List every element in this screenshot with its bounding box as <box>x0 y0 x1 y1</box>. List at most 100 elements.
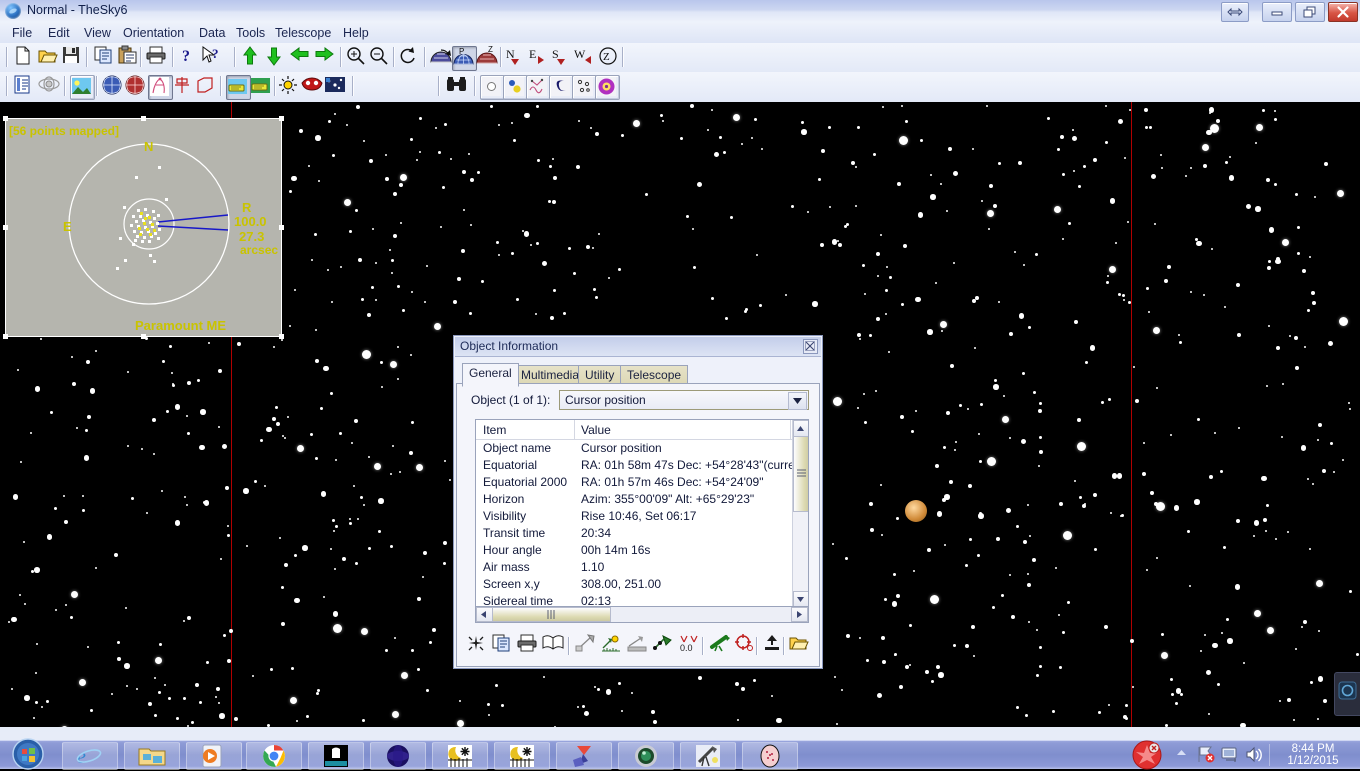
object-selector-combobox[interactable]: Cursor position <box>559 390 809 410</box>
arrow-down-icon[interactable] <box>266 46 289 69</box>
antivirus-icon[interactable] <box>1130 737 1166 771</box>
taskbar-app-sphere[interactable] <box>370 742 426 770</box>
arrow-left-icon[interactable] <box>290 46 313 69</box>
slew-telescope-icon[interactable] <box>709 634 733 658</box>
vertical-scroll-thumb[interactable] <box>793 436 809 512</box>
dialog-title-bar[interactable]: Object Information <box>455 337 821 357</box>
table-row[interactable]: VisibilityRise 10:46, Set 06:17 <box>476 509 790 526</box>
minimize-button[interactable] <box>1262 2 1292 22</box>
dome-chart-icon[interactable]: Z <box>476 46 499 69</box>
scroll-left-icon[interactable] <box>476 607 493 622</box>
show-constellation-lines-icon[interactable] <box>526 75 551 100</box>
resize-handle-nw[interactable] <box>3 116 8 121</box>
help-icon[interactable]: ? <box>180 46 203 69</box>
menu-view[interactable]: View <box>78 25 117 41</box>
taskbar-app-camera[interactable] <box>618 742 674 770</box>
show-clusters-icon[interactable] <box>572 75 597 100</box>
show-stars-icon[interactable] <box>480 75 505 100</box>
menu-tools[interactable]: Tools <box>230 25 271 41</box>
table-row[interactable]: Screen x,y308.00, 251.00 <box>476 577 790 594</box>
rollup-button[interactable] <box>1221 2 1249 22</box>
resize-handle-e[interactable] <box>279 225 284 230</box>
red-globe-icon[interactable] <box>125 75 148 98</box>
scroll-right-icon[interactable] <box>791 607 808 622</box>
table-row[interactable]: Object nameCursor position <box>476 441 790 458</box>
context-help-icon[interactable]: ? <box>201 46 224 69</box>
resize-handle-sw[interactable] <box>3 334 8 339</box>
open-folder-icon[interactable] <box>789 634 813 658</box>
resize-handle-s[interactable] <box>141 334 146 339</box>
find-binoculars-icon[interactable] <box>446 75 469 98</box>
show-nebulae-icon[interactable] <box>595 75 620 100</box>
resize-handle-w[interactable] <box>3 225 8 230</box>
taskbar-app-telescope[interactable] <box>680 742 736 770</box>
zoom-in-icon[interactable] <box>346 46 369 69</box>
grid-sphere-icon[interactable] <box>102 75 125 98</box>
menu-telescope[interactable]: Telescope <box>269 25 337 41</box>
taskbar-file-explorer[interactable] <box>124 742 180 770</box>
scroll-down-icon[interactable] <box>793 591 809 607</box>
look-south-icon[interactable]: S <box>551 46 574 69</box>
table-row[interactable]: Air mass1.10 <box>476 560 790 577</box>
track-icon[interactable] <box>652 634 676 658</box>
taskbar-app-night-2[interactable] <box>494 742 550 770</box>
magnitude-icon[interactable]: 0.0 <box>678 634 702 658</box>
labels-off-icon[interactable] <box>250 75 273 98</box>
clock[interactable]: 8:44 PM 1/12/2015 <box>1280 743 1346 767</box>
target-icon[interactable] <box>734 634 758 658</box>
taskbar-app-usb[interactable] <box>308 742 364 770</box>
look-north-icon[interactable]: N <box>505 46 528 69</box>
table-row[interactable]: Equatorial 2000RA: 01h 57m 46s Dec: +54°… <box>476 475 790 492</box>
ecliptic-icon[interactable] <box>172 75 195 98</box>
speaker-icon[interactable] <box>1246 746 1264 763</box>
labels-on-icon[interactable] <box>226 75 251 100</box>
table-row[interactable]: HorizonAzim: 355°00'09" Alt: +65°29'23" <box>476 492 790 509</box>
sky-image-icon[interactable] <box>70 75 95 100</box>
action-center-icon[interactable] <box>1221 746 1239 763</box>
desktop-gadget-tab[interactable] <box>1334 672 1360 716</box>
horizontal-scroll-thumb[interactable] <box>492 607 611 622</box>
planet-marker[interactable] <box>905 500 927 522</box>
daylight-icon[interactable] <box>278 75 301 98</box>
photo-icon[interactable] <box>324 75 347 98</box>
planetarium-view-icon[interactable]: P <box>452 46 477 71</box>
table-vertical-scrollbar[interactable] <box>792 420 808 606</box>
new-icon[interactable] <box>14 46 37 69</box>
taskbar-app-paint[interactable] <box>556 742 612 770</box>
resize-handle-ne[interactable] <box>279 116 284 121</box>
look-zenith-icon[interactable]: Z <box>598 46 621 69</box>
resize-handle-n[interactable] <box>141 116 146 121</box>
boundaries-icon[interactable] <box>195 75 218 98</box>
copy-icon[interactable] <box>94 46 117 69</box>
rotate-icon[interactable] <box>399 46 422 69</box>
rise-set-icon[interactable] <box>601 634 625 658</box>
object-properties-table[interactable]: Item Value Object nameCursor positionEqu… <box>475 419 809 607</box>
reference-book-icon[interactable] <box>542 634 566 658</box>
open-icon[interactable] <box>38 46 61 69</box>
look-west-icon[interactable]: W <box>574 46 597 69</box>
table-row[interactable]: Hour angle00h 14m 16s <box>476 543 790 560</box>
chevron-up-icon[interactable] <box>1176 749 1187 756</box>
table-row[interactable]: Transit time20:34 <box>476 526 790 543</box>
table-row[interactable]: EquatorialRA: 01h 58m 47s Dec: +54°28'43… <box>476 458 790 475</box>
menu-orientation[interactable]: Orientation <box>117 25 190 41</box>
print-icon[interactable] <box>517 634 541 658</box>
document-list-icon[interactable] <box>14 75 37 98</box>
show-galaxies-icon[interactable] <box>549 75 574 100</box>
taskbar-app-pink[interactable] <box>742 742 798 770</box>
save-icon[interactable] <box>62 46 85 69</box>
chevron-down-icon[interactable] <box>788 392 807 410</box>
tab-general[interactable]: General <box>462 363 519 387</box>
table-horizontal-scrollbar[interactable] <box>475 606 809 623</box>
orbit-icon[interactable] <box>38 75 61 98</box>
arrow-right-icon[interactable] <box>314 46 337 69</box>
menu-edit[interactable]: Edit <box>42 25 76 41</box>
show-planets-icon[interactable] <box>503 75 528 100</box>
start-orb-icon[interactable] <box>2 738 54 770</box>
taskbar-google-chrome[interactable] <box>246 742 302 770</box>
resize-handle-se[interactable] <box>279 334 284 339</box>
menu-file[interactable]: File <box>6 25 38 41</box>
path-icon[interactable] <box>575 634 599 658</box>
close-icon[interactable] <box>803 339 818 354</box>
horizon-chart-icon[interactable] <box>430 46 453 69</box>
